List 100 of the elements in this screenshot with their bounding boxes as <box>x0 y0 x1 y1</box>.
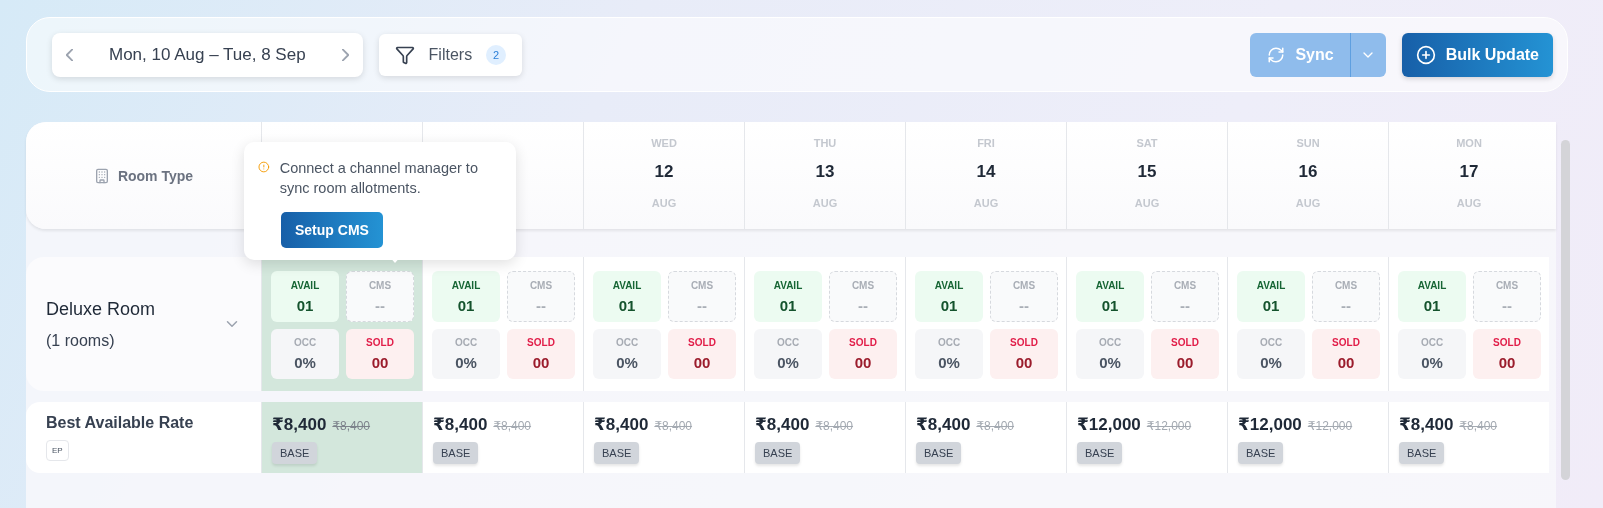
tile-label: SOLD <box>849 337 877 348</box>
chevron-left-icon <box>66 48 73 61</box>
tile-value: 0% <box>1099 354 1121 371</box>
tile-value: 00 <box>693 354 711 371</box>
tile-label: SOLD <box>527 337 555 348</box>
filter-icon <box>394 44 415 65</box>
tile-label: AVAIL <box>1256 279 1286 291</box>
date-number: 15 <box>1137 161 1157 183</box>
tile-label: OCC <box>615 337 639 348</box>
room-name: Deluxe Room <box>46 298 157 320</box>
base-tag: BASE <box>1399 442 1445 464</box>
price: ₹8,400 <box>755 414 810 435</box>
original-price: ₹8,400 <box>1459 419 1498 433</box>
tile-label: SOLD <box>1332 337 1360 348</box>
filters-button[interactable]: Filters 2 <box>378 33 523 76</box>
previous-button[interactable] <box>66 48 73 61</box>
tile-value: 00 <box>371 354 389 371</box>
tile-value: 0% <box>1260 354 1282 371</box>
tile-label: AVAIL <box>773 279 803 291</box>
month-label: AUG <box>1134 197 1160 209</box>
tile-label: OCC <box>293 337 317 348</box>
tile-value: -- <box>1180 296 1190 314</box>
rate-plan-name: Best Available Rate <box>46 414 195 432</box>
weekday-label: FRI <box>977 137 995 151</box>
tile-label: AVAIL <box>934 279 964 291</box>
weekday-label: SUN <box>1296 137 1320 151</box>
weekday-label: WED <box>651 137 677 151</box>
tile-label: AVAIL <box>1417 279 1447 291</box>
base-tag: BASE <box>1238 442 1284 464</box>
bulk-update-button[interactable]: Bulk Update <box>1401 32 1553 77</box>
tile-value: 01 <box>1262 296 1280 314</box>
tile-value: 00 <box>1337 354 1355 371</box>
tile-value: 01 <box>940 296 958 314</box>
tile-label: CMS <box>690 279 714 291</box>
original-price: ₹8,400 <box>332 419 371 433</box>
weekday-label: THU <box>813 137 837 151</box>
price: ₹8,400 <box>433 414 488 435</box>
original-price: ₹12,000 <box>1307 419 1353 433</box>
tile-value: 01 <box>296 296 314 314</box>
tile-label: OCC <box>454 337 478 348</box>
tile-value: 00 <box>1015 354 1033 371</box>
original-price: ₹8,400 <box>815 419 854 433</box>
tile-label: OCC <box>1420 337 1444 348</box>
tile-value: -- <box>697 296 707 314</box>
base-tag: BASE <box>1077 442 1123 464</box>
plus-circle-icon <box>1415 44 1436 65</box>
original-price: ₹8,400 <box>654 419 693 433</box>
base-tag: BASE <box>594 442 640 464</box>
weekday-label: MON <box>1456 137 1482 151</box>
base-tag: BASE <box>916 442 962 464</box>
tile-label: CMS <box>851 279 875 291</box>
room-count: (1 rooms) <box>46 331 116 350</box>
tile-label: CMS <box>1012 279 1036 291</box>
month-label: AUG <box>1295 197 1321 209</box>
tile-label: SOLD <box>366 337 394 348</box>
price: ₹12,000 <box>1077 414 1141 435</box>
popover-message: Connect a channel manager to sync room allotments. <box>279 159 479 198</box>
tile-value: -- <box>536 296 546 314</box>
tile-label: CMS <box>1173 279 1197 291</box>
tile-value: 0% <box>938 354 960 371</box>
original-price: ₹12,000 <box>1146 419 1192 433</box>
date-number: 17 <box>1459 161 1479 183</box>
tile-value: 0% <box>294 354 316 371</box>
tile-value: 00 <box>854 354 872 371</box>
tile-value: -- <box>1502 296 1512 314</box>
tile-value: 00 <box>532 354 550 371</box>
tile-value: 01 <box>779 296 797 314</box>
tile-value: 01 <box>1423 296 1441 314</box>
tile-label: CMS <box>1495 279 1519 291</box>
building-icon <box>93 167 110 184</box>
tile-label: CMS <box>368 279 392 291</box>
tile-value: 01 <box>457 296 475 314</box>
month-label: AUG <box>1456 197 1482 209</box>
tile-value: 00 <box>1498 354 1516 371</box>
scrollbar[interactable] <box>1561 140 1570 480</box>
tile-value: -- <box>858 296 868 314</box>
date-number: 14 <box>976 161 996 183</box>
price: ₹8,400 <box>272 414 327 435</box>
tile-label: AVAIL <box>612 279 642 291</box>
base-tag: BASE <box>272 442 318 464</box>
chevron-right-icon <box>341 48 349 61</box>
date-range-label: Mon, 10 Aug – Tue, 8 Sep <box>108 44 307 65</box>
tile-value: 0% <box>455 354 477 371</box>
weekday-label: SAT <box>1136 137 1158 151</box>
setup-cms-button[interactable]: Setup CMS <box>281 212 383 248</box>
tile-value: -- <box>1019 296 1029 314</box>
tile-value: -- <box>375 296 385 314</box>
month-label: AUG <box>973 197 999 209</box>
date-number: 13 <box>815 161 835 183</box>
next-button[interactable] <box>341 48 349 61</box>
tile-value: 00 <box>1176 354 1194 371</box>
tile-label: OCC <box>1098 337 1122 348</box>
original-price: ₹8,400 <box>976 419 1015 433</box>
tile-label: CMS <box>1334 279 1358 291</box>
month-label: AUG <box>651 197 677 209</box>
tile-label: CMS <box>529 279 553 291</box>
room-type-header: Room Type <box>117 167 194 184</box>
price: ₹8,400 <box>594 414 649 435</box>
tile-value: 01 <box>618 296 636 314</box>
price: ₹12,000 <box>1238 414 1302 435</box>
